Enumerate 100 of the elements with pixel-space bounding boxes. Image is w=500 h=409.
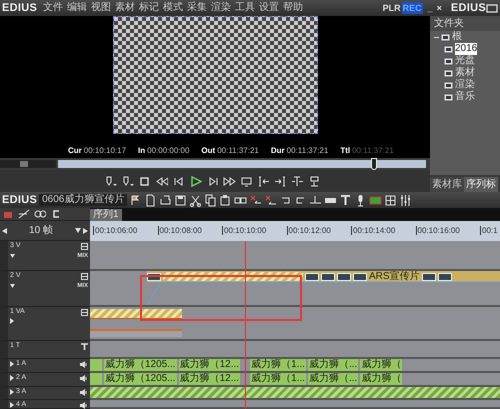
timecode-label: In [138, 145, 146, 157]
mixer-icon[interactable] [399, 194, 412, 206]
step-back-icon[interactable] [172, 174, 185, 188]
panel-tab[interactable]: 序列标 [464, 177, 498, 192]
thumbnail [305, 272, 319, 280]
paste-icon[interactable] [219, 194, 232, 206]
app-logo: EDIUS [2, 192, 38, 208]
menu-item[interactable]: 视图 [89, 0, 114, 16]
page-icon[interactable] [144, 194, 158, 206]
folder-icon[interactable] [486, 3, 498, 13]
menu-item[interactable]: 帮助 [281, 0, 306, 16]
audio-clip[interactable]: 威力狮（1... [250, 359, 306, 371]
speaker-icon[interactable] [80, 374, 88, 382]
folder-item[interactable]: 素材 [455, 67, 475, 79]
audio-clip[interactable] [90, 329, 182, 337]
right-arrow-icon[interactable] [83, 228, 88, 234]
menu-item[interactable]: 模式 [161, 0, 186, 16]
scroll-bar[interactable] [0, 160, 56, 168]
timecode-value: 00:11:37:21 [352, 145, 394, 157]
loop-icon[interactable] [34, 208, 46, 220]
panel-tab[interactable]: 素材库 [430, 177, 464, 192]
split-icon[interactable] [291, 174, 304, 188]
grid-icon[interactable] [384, 194, 398, 206]
ripple-delete-icon[interactable] [264, 194, 278, 206]
app-logo: EDIUS [2, 0, 38, 16]
dropdown-icon[interactable] [75, 228, 81, 233]
thumbnail [353, 272, 367, 280]
mode-button[interactable]: PLR [382, 2, 402, 14]
mark-out-icon[interactable] [121, 174, 134, 188]
render-icon[interactable] [369, 194, 382, 206]
stop-icon[interactable] [138, 174, 151, 188]
ruler-label: 00:10:12:00 [286, 226, 331, 235]
mark-in-icon[interactable] [104, 174, 117, 188]
monitor-icon[interactable] [240, 174, 253, 188]
ruler-label: 00:10:06:00 [93, 226, 138, 235]
folder-item[interactable]: 根 [452, 31, 462, 43]
scissors-icon[interactable] [189, 194, 202, 206]
menu-item[interactable]: 采集 [185, 0, 210, 16]
timecode-label: Out [201, 145, 216, 157]
speaker-icon[interactable] [80, 360, 88, 368]
audio-clip[interactable]: 威力狮（1205... [104, 373, 177, 385]
dropdown-icon[interactable] [10, 284, 15, 288]
handle-icon[interactable] [20, 161, 28, 167]
panel-header: 文件夹 [430, 16, 500, 31]
title-icon[interactable] [81, 342, 88, 350]
menu-item[interactable]: 素材 [113, 0, 138, 16]
menu-item[interactable]: 文件 [41, 0, 66, 16]
ruler-label: 00:10:14:00 [351, 226, 396, 235]
folder-item[interactable]: 2016 [455, 43, 478, 55]
collapse-icon[interactable] [434, 34, 439, 40]
folder-item[interactable]: 音乐 [455, 91, 475, 103]
speaker-icon[interactable] [80, 388, 88, 396]
audio-clip[interactable]: 威力狮（12... [178, 373, 240, 385]
expand-icon[interactable] [10, 361, 14, 368]
timecode-value: 00:00:00:00 [147, 145, 190, 157]
audio-clip[interactable]: 威力狮（1... [250, 373, 306, 385]
thumbnail [337, 272, 351, 280]
expand-icon[interactable] [10, 375, 14, 382]
dropdown-icon[interactable] [10, 254, 15, 258]
audio-clip[interactable]: 威力狮（ [360, 373, 402, 385]
close-button[interactable]: × [436, 2, 443, 14]
left-arrow-icon[interactable] [2, 228, 7, 234]
tray-icon[interactable] [159, 194, 172, 206]
timecode-value: 00:11:37:21 [286, 145, 328, 157]
bracket-left-icon[interactable] [257, 174, 270, 188]
audio-clip[interactable]: 威力狮（... [308, 373, 358, 385]
thumbnail [321, 272, 335, 280]
folder-item[interactable]: 渲染 [455, 79, 475, 91]
trim-icon[interactable] [309, 194, 322, 206]
menu-item[interactable]: 编辑 [65, 0, 90, 16]
app-logo: EDIUS [450, 0, 486, 16]
audio-clip[interactable]: 威力狮（ [360, 359, 402, 371]
copy-icon[interactable] [204, 194, 218, 206]
razor-icon[interactable] [18, 208, 30, 220]
audio-clip[interactable]: 威力狮（1205... [104, 359, 177, 371]
scrubber-thumb[interactable] [371, 158, 378, 170]
audio-clip[interactable] [90, 373, 102, 385]
video-clip[interactable] [90, 309, 182, 319]
menu-item[interactable]: 标记 [137, 0, 162, 16]
title-icon[interactable] [339, 194, 352, 206]
delete-icon[interactable] [249, 194, 262, 206]
audio-clip[interactable]: 威力狮（12... [178, 359, 240, 371]
menu-item[interactable]: 渲染 [209, 0, 234, 16]
export-icon[interactable] [308, 174, 321, 188]
time-ruler[interactable]: 00:10:06:00 00:10:08:00 00:10:10:00 00:10:12:00 00:10:14:00 00:10:16:00 00:1 [90, 221, 500, 241]
timecode-value: 00:10:10:17 [84, 145, 126, 157]
menu-item[interactable]: 工具 [233, 0, 258, 16]
timecode-value: 00:11:37:21 [217, 145, 259, 157]
sequence-tab[interactable]: 序列1 [90, 209, 122, 221]
folder-item[interactable]: 光盘 [455, 55, 475, 67]
audio-clip[interactable] [90, 359, 102, 371]
expand-icon[interactable] [10, 318, 14, 324]
speaker-icon[interactable] [80, 402, 88, 409]
fast-forward-icon[interactable] [223, 174, 236, 188]
rewind-icon[interactable] [155, 174, 168, 188]
minimize-button[interactable]: _ [426, 2, 434, 14]
play-icon[interactable] [189, 174, 202, 188]
bracket-right-icon[interactable] [274, 174, 287, 188]
menu-item[interactable]: 设置 [257, 0, 282, 16]
audio-clip[interactable]: 威力狮（... [308, 359, 358, 371]
